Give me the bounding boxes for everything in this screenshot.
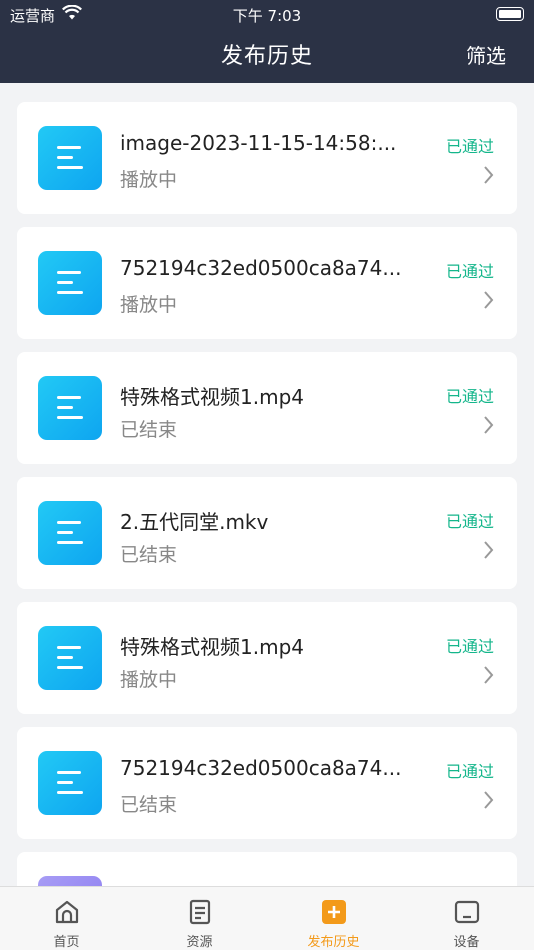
file-icon	[38, 376, 102, 440]
status-badge: 已通过	[445, 637, 494, 656]
item-state: 已结束	[120, 544, 178, 566]
list-item[interactable]: 特殊格式视频1.mp4 已结束 已通过	[17, 352, 517, 464]
status-badge: 已通过	[445, 512, 494, 531]
file-icon	[38, 501, 102, 565]
page-title: 发布历史	[220, 44, 313, 69]
item-state: 播放中	[120, 169, 178, 191]
list-item[interactable]: 特殊格式视频1.mp4 播放中 已通过	[17, 602, 517, 714]
chevron-right-icon	[484, 666, 494, 684]
filter-button[interactable]: 筛选	[466, 40, 506, 69]
item-name: 752194c32ed0500ca8a74...	[120, 756, 402, 780]
item-name: 特殊格式视频1.mp4	[120, 385, 304, 409]
chevron-right-icon	[484, 416, 494, 434]
list-item[interactable]	[17, 852, 517, 887]
home-icon	[55, 900, 79, 924]
device-icon	[454, 900, 480, 924]
file-icon	[38, 251, 102, 315]
chevron-right-icon	[484, 541, 494, 559]
list-item[interactable]: 752194c32ed0500ca8a74... 已结束 已通过	[17, 727, 517, 839]
status-bar: 运营商 下午 7:03	[0, 0, 534, 28]
status-badge: 已通过	[445, 137, 494, 156]
file-icon	[38, 126, 102, 190]
tab-bar: 首页 资源 发布历史 设备	[0, 886, 534, 950]
item-name: 2.五代同堂.mkv	[120, 510, 269, 534]
tab-label: 设备	[453, 935, 480, 950]
tab-publish-history[interactable]: 发布历史	[267, 887, 400, 950]
plus-icon	[322, 900, 346, 924]
item-name: 752194c32ed0500ca8a74...	[120, 256, 402, 280]
document-icon	[189, 899, 211, 925]
status-badge: 已通过	[445, 762, 494, 781]
battery-icon	[496, 7, 524, 21]
item-state: 播放中	[120, 669, 178, 691]
top-bar: 运营商 下午 7:03 发布历史 筛选	[0, 0, 534, 83]
file-icon	[38, 751, 102, 815]
tab-label: 资源	[186, 935, 213, 950]
item-name: 特殊格式视频1.mp4	[120, 635, 304, 659]
file-icon	[38, 626, 102, 690]
status-badge: 已通过	[445, 262, 494, 281]
publish-history-list[interactable]: image-2023-11-15-14:58:... 播放中 已通过 75219…	[0, 83, 534, 887]
item-name: image-2023-11-15-14:58:...	[120, 131, 397, 155]
status-time: 下午 7:03	[232, 7, 302, 25]
item-state: 已结束	[120, 794, 178, 816]
list-item[interactable]: 752194c32ed0500ca8a74... 播放中 已通过	[17, 227, 517, 339]
tab-resources[interactable]: 资源	[133, 887, 266, 950]
tab-label: 首页	[53, 935, 80, 950]
item-state: 播放中	[120, 294, 178, 316]
tab-home[interactable]: 首页	[0, 887, 133, 950]
tab-label: 发布历史	[307, 935, 360, 950]
list-item[interactable]: image-2023-11-15-14:58:... 播放中 已通过	[17, 102, 517, 214]
chevron-right-icon	[484, 791, 494, 809]
chevron-right-icon	[484, 291, 494, 309]
list-item[interactable]: 2.五代同堂.mkv 已结束 已通过	[17, 477, 517, 589]
tab-devices[interactable]: 设备	[400, 887, 533, 950]
chevron-right-icon	[484, 166, 494, 184]
status-badge: 已通过	[445, 387, 494, 406]
item-state: 已结束	[120, 419, 178, 441]
